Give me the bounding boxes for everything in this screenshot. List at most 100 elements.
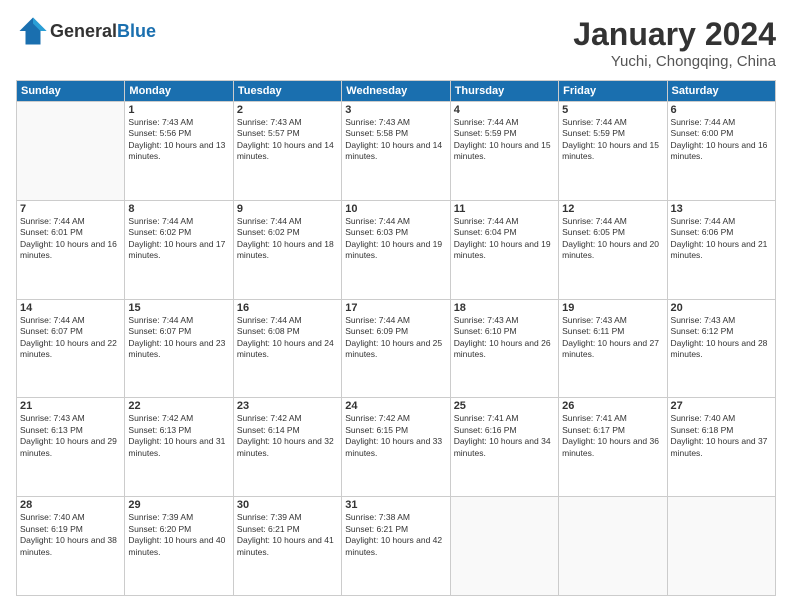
calendar-cell: 5Sunrise: 7:44 AM Sunset: 5:59 PM Daylig…: [559, 102, 667, 201]
calendar-cell: 8Sunrise: 7:44 AM Sunset: 6:02 PM Daylig…: [125, 200, 233, 299]
calendar-cell: 26Sunrise: 7:41 AM Sunset: 6:17 PM Dayli…: [559, 398, 667, 497]
day-number: 16: [237, 302, 338, 314]
day-number: 1: [128, 104, 229, 116]
day-info: Sunrise: 7:42 AM Sunset: 6:14 PM Dayligh…: [237, 413, 338, 459]
calendar-cell: 17Sunrise: 7:44 AM Sunset: 6:09 PM Dayli…: [342, 299, 450, 398]
calendar-cell: [667, 497, 775, 596]
day-number: 27: [671, 400, 772, 412]
calendar-week-row: 28Sunrise: 7:40 AM Sunset: 6:19 PM Dayli…: [17, 497, 776, 596]
calendar-cell: 14Sunrise: 7:44 AM Sunset: 6:07 PM Dayli…: [17, 299, 125, 398]
day-number: 30: [237, 499, 338, 511]
day-number: 31: [345, 499, 446, 511]
day-info: Sunrise: 7:44 AM Sunset: 6:07 PM Dayligh…: [128, 315, 229, 361]
day-number: 19: [562, 302, 663, 314]
day-info: Sunrise: 7:43 AM Sunset: 6:11 PM Dayligh…: [562, 315, 663, 361]
day-number: 14: [20, 302, 121, 314]
day-info: Sunrise: 7:44 AM Sunset: 6:00 PM Dayligh…: [671, 117, 772, 163]
calendar-week-row: 1Sunrise: 7:43 AM Sunset: 5:56 PM Daylig…: [17, 102, 776, 201]
day-info: Sunrise: 7:42 AM Sunset: 6:15 PM Dayligh…: [345, 413, 446, 459]
weekday-header: Sunday: [17, 81, 125, 102]
day-info: Sunrise: 7:38 AM Sunset: 6:21 PM Dayligh…: [345, 512, 446, 558]
day-number: 4: [454, 104, 555, 116]
day-info: Sunrise: 7:44 AM Sunset: 6:09 PM Dayligh…: [345, 315, 446, 361]
day-info: Sunrise: 7:44 AM Sunset: 6:05 PM Dayligh…: [562, 216, 663, 262]
logo-icon: [18, 16, 48, 46]
calendar-table: SundayMondayTuesdayWednesdayThursdayFrid…: [16, 80, 776, 596]
calendar-cell: 3Sunrise: 7:43 AM Sunset: 5:58 PM Daylig…: [342, 102, 450, 201]
month-title: January 2024: [573, 16, 776, 53]
location: Yuchi, Chongqing, China: [573, 53, 776, 70]
day-info: Sunrise: 7:40 AM Sunset: 6:19 PM Dayligh…: [20, 512, 121, 558]
day-number: 10: [345, 203, 446, 215]
day-number: 17: [345, 302, 446, 314]
day-number: 2: [237, 104, 338, 116]
calendar-cell: 7Sunrise: 7:44 AM Sunset: 6:01 PM Daylig…: [17, 200, 125, 299]
day-number: 23: [237, 400, 338, 412]
calendar-cell: 9Sunrise: 7:44 AM Sunset: 6:02 PM Daylig…: [233, 200, 341, 299]
day-number: 18: [454, 302, 555, 314]
day-number: 26: [562, 400, 663, 412]
weekday-header: Tuesday: [233, 81, 341, 102]
calendar-cell: 11Sunrise: 7:44 AM Sunset: 6:04 PM Dayli…: [450, 200, 558, 299]
calendar-cell: 21Sunrise: 7:43 AM Sunset: 6:13 PM Dayli…: [17, 398, 125, 497]
day-number: 13: [671, 203, 772, 215]
calendar-week-row: 14 Sunrise: 7:44 AM Sunset: 6:07 PM Dayli…: [17, 299, 776, 398]
day-info: Sunrise: 7:43 AM Sunset: 6:10 PM Dayligh…: [454, 315, 555, 361]
weekday-header: Saturday: [667, 81, 775, 102]
calendar-header-row: SundayMondayTuesdayWednesdayThursdayFrid…: [17, 81, 776, 102]
day-info: Sunrise: 7:39 AM Sunset: 6:21 PM Dayligh…: [237, 512, 338, 558]
weekday-header: Wednesday: [342, 81, 450, 102]
day-number: 29: [128, 499, 229, 511]
day-number: 5: [562, 104, 663, 116]
calendar-cell: 22Sunrise: 7:42 AM Sunset: 6:13 PM Dayli…: [125, 398, 233, 497]
day-info: Sunrise: 7:44 AM Sunset: 6:02 PM Dayligh…: [237, 216, 338, 262]
calendar-cell: 16Sunrise: 7:44 AM Sunset: 6:08 PM Dayli…: [233, 299, 341, 398]
calendar-cell: 15Sunrise: 7:44 AM Sunset: 6:07 PM Dayli…: [125, 299, 233, 398]
calendar-cell: 6Sunrise: 7:44 AM Sunset: 6:00 PM Daylig…: [667, 102, 775, 201]
day-number: 3: [345, 104, 446, 116]
day-info: Sunrise: 7:43 AM Sunset: 6:13 PM Dayligh…: [20, 413, 121, 459]
day-info: Sunrise: 7:43 AM Sunset: 5:57 PM Dayligh…: [237, 117, 338, 163]
calendar-cell: 2Sunrise: 7:43 AM Sunset: 5:57 PM Daylig…: [233, 102, 341, 201]
day-number: 20: [671, 302, 772, 314]
day-number: 9: [237, 203, 338, 215]
day-info: Sunrise: 7:41 AM Sunset: 6:17 PM Dayligh…: [562, 413, 663, 459]
weekday-header: Monday: [125, 81, 233, 102]
day-info: Sunrise: 7:44 AM Sunset: 5:59 PM Dayligh…: [562, 117, 663, 163]
day-info: Sunrise: 7:44 AM Sunset: 6:06 PM Dayligh…: [671, 216, 772, 262]
logo-text: GeneralBlue: [50, 21, 156, 42]
calendar-cell: 18Sunrise: 7:43 AM Sunset: 6:10 PM Dayli…: [450, 299, 558, 398]
day-number: 22: [128, 400, 229, 412]
calendar-cell: 20Sunrise: 7:43 AM Sunset: 6:12 PM Dayli…: [667, 299, 775, 398]
day-number: 6: [671, 104, 772, 116]
day-info: Sunrise: 7:43 AM Sunset: 5:58 PM Dayligh…: [345, 117, 446, 163]
day-number: 8: [128, 203, 229, 215]
day-number: 7: [20, 203, 121, 215]
calendar-cell: 28Sunrise: 7:40 AM Sunset: 6:19 PM Dayli…: [17, 497, 125, 596]
day-info: Sunrise: 7:44 AM Sunset: 6:02 PM Dayligh…: [128, 216, 229, 262]
calendar-cell: 12Sunrise: 7:44 AM Sunset: 6:05 PM Dayli…: [559, 200, 667, 299]
calendar-week-row: 7Sunrise: 7:44 AM Sunset: 6:01 PM Daylig…: [17, 200, 776, 299]
calendar-cell: [559, 497, 667, 596]
logo: GeneralBlue: [16, 16, 156, 46]
calendar-cell: 23Sunrise: 7:42 AM Sunset: 6:14 PM Dayli…: [233, 398, 341, 497]
day-info: Sunrise: 7:42 AM Sunset: 6:13 PM Dayligh…: [128, 413, 229, 459]
calendar-cell: 30Sunrise: 7:39 AM Sunset: 6:21 PM Dayli…: [233, 497, 341, 596]
day-info: Sunrise: 7:40 AM Sunset: 6:18 PM Dayligh…: [671, 413, 772, 459]
day-number: 28: [20, 499, 121, 511]
day-number: 12: [562, 203, 663, 215]
day-info: Sunrise: 7:41 AM Sunset: 6:16 PM Dayligh…: [454, 413, 555, 459]
calendar-week-row: 21Sunrise: 7:43 AM Sunset: 6:13 PM Dayli…: [17, 398, 776, 497]
calendar-cell: 10Sunrise: 7:44 AM Sunset: 6:03 PM Dayli…: [342, 200, 450, 299]
calendar-cell: [450, 497, 558, 596]
day-number: 24: [345, 400, 446, 412]
calendar-cell: 25Sunrise: 7:41 AM Sunset: 6:16 PM Dayli…: [450, 398, 558, 497]
day-info: Sunrise: 7:44 AM Sunset: 5:59 PM Dayligh…: [454, 117, 555, 163]
weekday-header: Thursday: [450, 81, 558, 102]
calendar-cell: 31Sunrise: 7:38 AM Sunset: 6:21 PM Dayli…: [342, 497, 450, 596]
header: GeneralBlue January 2024 Yuchi, Chongqin…: [16, 16, 776, 70]
day-info: Sunrise: 7:44 AM Sunset: 6:08 PM Dayligh…: [237, 315, 338, 361]
calendar-cell: 19Sunrise: 7:43 AM Sunset: 6:11 PM Dayli…: [559, 299, 667, 398]
page: GeneralBlue January 2024 Yuchi, Chongqin…: [0, 0, 792, 612]
weekday-header: Friday: [559, 81, 667, 102]
